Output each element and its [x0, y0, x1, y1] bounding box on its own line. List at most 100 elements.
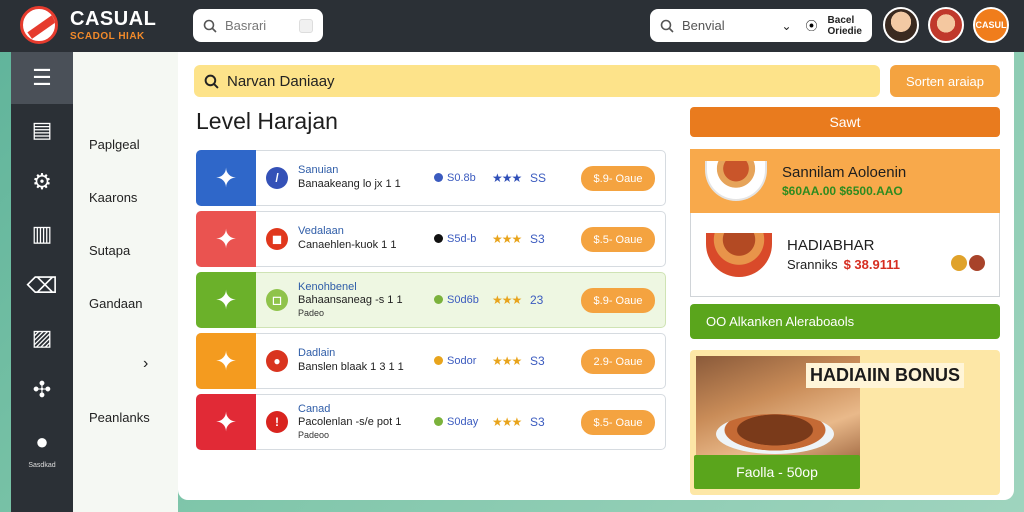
level-score: S5d-b	[434, 233, 492, 245]
level-row[interactable]: ✦ ◼ Vedalaan Canaehlen-kuok 1 1 S5d-b ★★…	[196, 211, 666, 267]
save-button[interactable]: Sawt	[690, 107, 1000, 137]
offer-title: Sannilam Aoloenin	[782, 163, 907, 181]
rail-bottom-label: Sasdkad	[28, 462, 56, 469]
bonus-button[interactable]: Faolla - 50op	[694, 455, 860, 489]
level-icon: ✦	[196, 272, 256, 328]
level-score-value: S5d-b	[447, 233, 477, 245]
level-rating: SS	[530, 171, 547, 185]
level-row[interactable]: ✦ / Sanuian Banaakeang lo jx 1 1 S0.8b ★…	[196, 150, 666, 206]
plate-image	[716, 414, 834, 454]
icon-rail: ☰ ▤ ⚙ ▥ ⌫ ▨ ✣ ● Sasdkad	[11, 52, 73, 512]
avatar[interactable]	[928, 7, 964, 43]
level-name: Kenohbenel	[298, 280, 357, 293]
bonus-card[interactable]: HADIAIIN BONUS Faolla - 50op	[690, 350, 1000, 495]
level-desc2: Padeo	[298, 308, 325, 319]
menu-item-paplgeal[interactable]: Paplgeal	[89, 137, 140, 152]
level-badge-icon: ●	[266, 350, 288, 372]
menu-item-sutapa[interactable]: Sutapa	[89, 243, 130, 258]
food-bowl-image	[705, 161, 767, 201]
level-rating: S3	[530, 232, 545, 246]
level-badge-icon: !	[266, 411, 288, 433]
brand-logo	[951, 255, 989, 283]
level-badge-icon: ◻	[266, 289, 288, 311]
level-badge-icon: ◼	[266, 228, 288, 250]
location-search-input[interactable]: Benvial ⌄ ⦿ Bacel Oriedie	[650, 9, 872, 42]
menu-item-gandaan[interactable]: Gandaan	[89, 296, 143, 311]
menu-item-kaarons[interactable]: Kaarons	[89, 190, 137, 205]
level-name: Canad	[298, 402, 331, 415]
star-rating-icon: ★★★	[492, 293, 522, 307]
location-search-placeholder: Benvial	[682, 18, 725, 33]
puzzle-icon[interactable]: ✣	[11, 364, 73, 416]
app-logo[interactable]: CASUAL SCADOL HIAK	[20, 6, 156, 44]
score-dot-icon	[434, 295, 443, 304]
product-price: $ 38.9111	[843, 256, 900, 272]
book-icon[interactable]: ▤	[11, 104, 73, 156]
avatar-badge[interactable]: CASUL	[973, 7, 1009, 43]
level-score: Sodor	[434, 355, 492, 367]
level-badge-icon: /	[266, 167, 288, 189]
app-subtitle: SCADOL HIAK	[70, 30, 145, 42]
product-card[interactable]: HADIABHAR Sranniks $ 38.9111	[690, 213, 1000, 297]
level-desc: Canaehlen-kuok 1 1	[298, 239, 397, 251]
sort-button[interactable]: Sorten araiap	[890, 65, 1000, 97]
chevron-down-icon[interactable]: ⌄	[781, 19, 791, 33]
level-row[interactable]: ✦ ◻ Kenohbenel Bahaansaneag -s 1 1 Padeo…	[196, 272, 666, 328]
trash-icon[interactable]: ⌫	[11, 260, 73, 312]
product-title: HADIABHAR	[787, 236, 875, 254]
calendar-icon[interactable]: ▥	[11, 208, 73, 260]
level-desc: Bahaansaneag -s 1 1	[298, 294, 403, 307]
level-rating: S3	[530, 354, 545, 368]
top-search-placeholder: Basrari	[225, 18, 267, 33]
level-desc: Banaakeang lo jx 1 1	[298, 178, 401, 190]
level-score: S0d6b	[434, 294, 492, 306]
promo-bar[interactable]: OO Alkanken Aleraboaols	[690, 304, 1000, 339]
level-list: ✦ / Sanuian Banaakeang lo jx 1 1 S0.8b ★…	[196, 150, 666, 455]
level-price-button[interactable]: $.5- Oaue	[581, 227, 655, 252]
star-rating-icon: ★★★	[492, 415, 522, 429]
avatar-label: CASUL	[975, 19, 1007, 30]
level-rating: 23	[530, 293, 544, 307]
logo-icon	[20, 6, 58, 44]
search-icon	[660, 19, 674, 33]
level-desc: Banslen blaak 1 3 1 1	[298, 361, 404, 373]
camera-icon[interactable]	[299, 18, 313, 33]
chart-icon[interactable]: ▨	[11, 312, 73, 364]
level-score-value: Sodor	[447, 355, 477, 367]
level-search-text: Narvan Daniaay	[227, 72, 335, 90]
level-price-button[interactable]: $.5- Oaue	[581, 410, 655, 435]
level-price-button[interactable]: $.9- Oaue	[581, 288, 655, 313]
level-score-value: S0d6b	[447, 294, 479, 306]
level-row[interactable]: ✦ ● Dadlain Banslen blaak 1 3 1 1 Sodor …	[196, 333, 666, 389]
level-score: S0day	[434, 416, 492, 428]
offer-card[interactable]: Sannilam Aoloenin $60AA.00 $6500.AAO	[690, 149, 1000, 213]
location-label[interactable]: Bacel Oriedie	[828, 15, 862, 37]
level-search-bar[interactable]: Narvan Daniaay	[194, 65, 880, 97]
search-icon	[203, 19, 217, 33]
avatar[interactable]	[883, 7, 919, 43]
top-search-input[interactable]: Basrari	[193, 9, 323, 42]
level-row[interactable]: ✦ ! Canad Pacolenlan -s/e pot 1 Padeoo S…	[196, 394, 666, 450]
level-score-value: S0.8b	[447, 172, 476, 184]
chevron-right-icon[interactable]: ›	[143, 355, 148, 373]
level-name: Dadlain	[298, 347, 336, 360]
score-dot-icon	[434, 234, 443, 243]
level-rating: S3	[530, 415, 545, 429]
star-rating-icon: ★★★	[492, 354, 522, 368]
star-rating-icon: ★★★	[492, 171, 522, 185]
gear-icon[interactable]: ⚙	[11, 156, 73, 208]
page-title: Level Harajan	[196, 108, 338, 134]
level-price-button[interactable]: $.9- Oaue	[581, 166, 655, 191]
menu-item-peanlanks[interactable]: Peanlanks	[89, 410, 150, 425]
level-price-button[interactable]: 2.9- Oaue	[581, 349, 655, 374]
bomb-icon[interactable]: ●	[11, 416, 73, 468]
app-title: CASUAL	[70, 7, 157, 30]
bonus-title: HADIAIIN BONUS	[806, 363, 965, 388]
level-score-value: S0day	[447, 416, 479, 428]
level-icon: ✦	[196, 150, 256, 206]
menu-icon[interactable]: ☰	[11, 52, 73, 104]
score-dot-icon	[434, 173, 443, 182]
top-bar: CASUAL SCADOL HIAK Basrari Benvial ⌄ ⦿ B…	[0, 0, 1024, 52]
noodle-bowl-image	[706, 232, 772, 277]
level-desc: Pacolenlan -s/e pot 1	[298, 416, 402, 429]
